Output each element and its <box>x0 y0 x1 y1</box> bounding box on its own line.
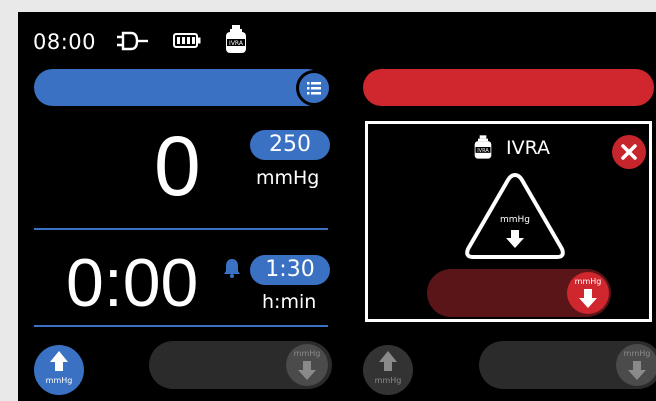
ivra-bottle-icon: IVRA <box>226 25 246 53</box>
svg-text:IVRA: IVRA <box>477 148 489 154</box>
power-plug-icon <box>117 31 148 51</box>
up-button-caption: mmHg <box>45 376 73 385</box>
time-unit: h:min <box>262 291 317 313</box>
left-deflate-slider[interactable]: mmHg <box>149 341 332 389</box>
divider-top <box>34 228 328 230</box>
close-button[interactable] <box>612 135 646 169</box>
arrow-up-icon <box>379 351 397 371</box>
device-screen: 08:00 IVRA 0 250 mmHg 0:00 1:30 h:min mm… <box>18 12 656 401</box>
right-deflate-knob[interactable]: mmHg <box>616 344 656 386</box>
clock: 08:00 <box>33 30 97 54</box>
left-deflate-knob[interactable]: mmHg <box>286 344 328 386</box>
divider-bottom <box>34 325 328 327</box>
pressure-unit: mmHg <box>256 167 320 189</box>
right-cuff-indicator-bar <box>363 69 654 106</box>
right-deflate-slider[interactable]: mmHg <box>479 341 656 389</box>
inflate-up-button[interactable]: mmHg <box>34 345 84 395</box>
arrow-up-icon <box>50 351 68 371</box>
right-up-button-caption: mmHg <box>374 376 402 385</box>
ivra-deflate-slider[interactable]: mmHg <box>427 269 611 317</box>
battery-full-icon <box>173 33 201 48</box>
left-cuff-indicator-bar <box>34 69 326 106</box>
elapsed-time-value: 0:00 <box>66 245 199 321</box>
ivra-bottle-icon: IVRA <box>474 135 492 159</box>
list-icon <box>307 82 321 95</box>
dialog-title: IVRA <box>506 137 551 159</box>
deflate-knob-caption: mmHg <box>293 349 321 358</box>
time-setpoint-badge[interactable]: 1:30 <box>250 255 330 285</box>
menu-list-button[interactable] <box>296 70 332 106</box>
right-knob-caption: mmHg <box>623 349 651 358</box>
close-icon <box>621 144 637 160</box>
svg-text:IVRA: IVRA <box>229 40 244 47</box>
warning-caption: mmHg <box>499 215 530 225</box>
current-pressure-value: 0 <box>154 119 201 213</box>
right-inflate-up-button[interactable]: mmHg <box>363 345 413 395</box>
bell-icon <box>224 259 240 278</box>
ivra-dialog: IVRA IVRA mmHg mmHg <box>365 121 652 322</box>
pressure-setpoint-badge[interactable]: 250 <box>250 130 330 160</box>
ivra-knob-caption: mmHg <box>574 277 602 286</box>
ivra-deflate-knob[interactable]: mmHg <box>567 272 609 314</box>
